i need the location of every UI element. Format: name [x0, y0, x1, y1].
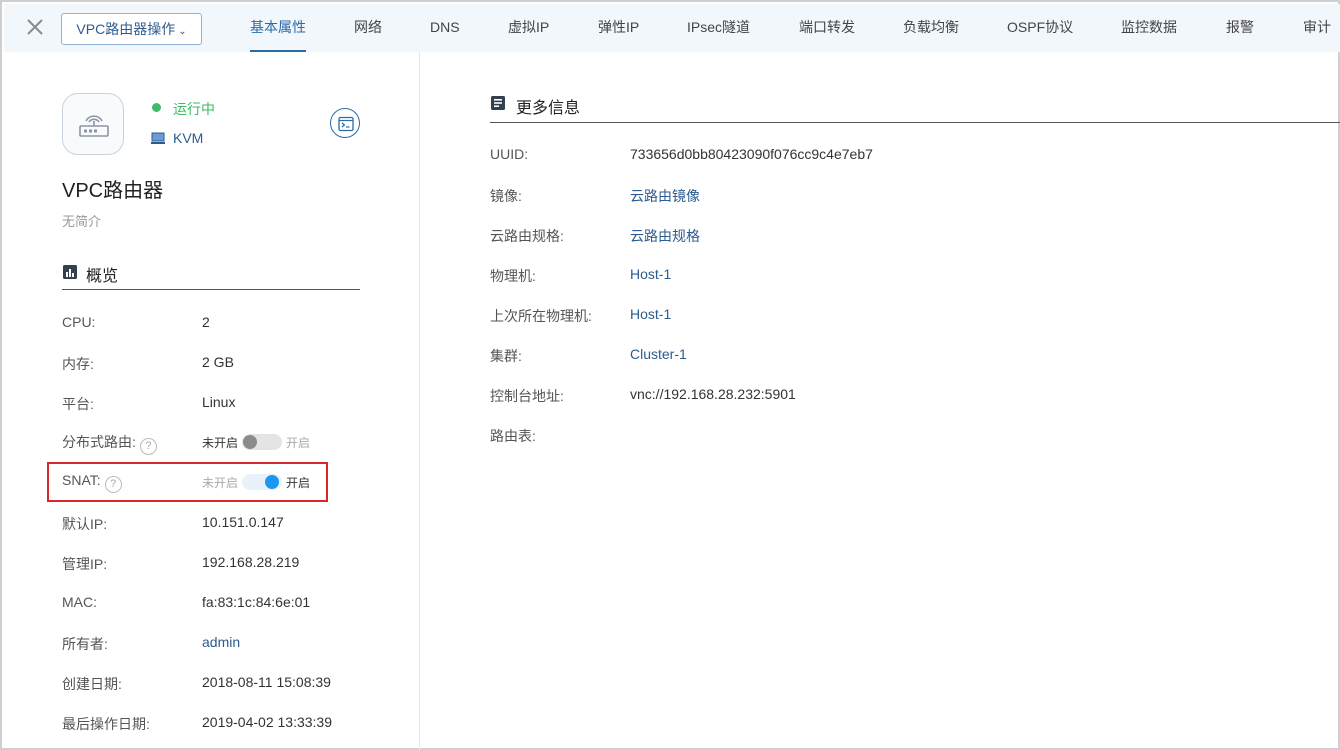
owner-label: 所有者:: [62, 636, 108, 652]
created-value: 2018-08-11 15:08:39: [202, 674, 331, 690]
top-bar: VPC路由器操作 ⌄ 基本属性 网络 DNS 虚拟IP 弹性IP IPsec隧道 …: [4, 4, 1340, 52]
more-info-title: 更多信息: [516, 100, 581, 117]
default-ip-label: 默认IP:: [62, 516, 108, 532]
mac-label: MAC:: [62, 594, 97, 610]
tab-dns[interactable]: DNS: [430, 4, 460, 52]
image-label: 镜像:: [490, 188, 522, 204]
ops-button-label: VPC路由器操作: [76, 21, 176, 37]
distributed-routing-off-label: 未开启: [202, 436, 239, 450]
console-address-label: 控制台地址:: [490, 388, 564, 404]
open-console-button[interactable]: [330, 108, 360, 138]
memory-value: 2 GB: [202, 354, 234, 370]
status-text: 运行中: [173, 101, 215, 117]
owner-link[interactable]: admin: [202, 634, 240, 650]
tab-audit[interactable]: 审计: [1303, 4, 1331, 52]
tab-monitoring[interactable]: 监控数据: [1121, 4, 1177, 52]
platform-value: Linux: [202, 394, 236, 410]
help-icon[interactable]: ?: [139, 438, 157, 455]
mgmt-ip-value: 192.168.28.219: [202, 554, 300, 570]
distributed-routing-on-label: 开启: [286, 436, 311, 450]
cluster-link[interactable]: Cluster-1: [630, 346, 687, 362]
tab-ospf[interactable]: OSPF协议: [1007, 4, 1073, 52]
uuid-label: UUID:: [490, 146, 529, 162]
distributed-routing-toggle[interactable]: [242, 434, 282, 450]
tab-ipsec-tunnel[interactable]: IPsec隧道: [687, 4, 750, 52]
memory-label: 内存:: [62, 356, 94, 372]
uuid-value: 733656d0bb80423090f076cc9c4e7eb7: [630, 146, 873, 162]
offering-link[interactable]: 云路由规格: [630, 226, 700, 246]
mgmt-ip-label: 管理IP:: [62, 556, 108, 572]
vpc-router-ops-button[interactable]: VPC路由器操作 ⌄: [61, 13, 202, 45]
cpu-value: 2: [202, 314, 210, 330]
tab-basic-properties[interactable]: 基本属性: [250, 4, 306, 52]
last-op-value: 2019-04-02 13:33:39: [202, 714, 332, 730]
toggle-knob: [243, 435, 257, 449]
default-ip-value: 10.151.0.147: [202, 514, 284, 530]
platform-label: 平台:: [62, 396, 94, 412]
vm-name: VPC路由器: [62, 180, 164, 202]
left-panel: 运行中 KVM VPC路由器 无简介 概览 CPU: 2 内存: 2 GB 平台…: [4, 52, 420, 750]
tab-network[interactable]: 网络: [354, 4, 382, 52]
overview-section-header: 概览: [62, 262, 360, 290]
last-host-label: 上次所在物理机:: [490, 308, 592, 324]
tab-elastic-ip[interactable]: 弹性IP: [598, 4, 639, 52]
close-icon: [27, 19, 43, 35]
overview-title: 概览: [86, 268, 119, 285]
image-link[interactable]: 云路由镜像: [630, 186, 700, 206]
host-link[interactable]: Host-1: [630, 266, 671, 282]
created-label: 创建日期:: [62, 676, 122, 692]
close-button[interactable]: [24, 16, 46, 38]
route-table-label: 路由表:: [490, 428, 536, 444]
window-frame: VPC路由器操作 ⌄ 基本属性 网络 DNS 虚拟IP 弹性IP IPsec隧道 …: [0, 0, 1340, 750]
document-icon: [491, 96, 505, 110]
last-op-label: 最后操作日期:: [62, 716, 150, 732]
vm-description: 无简介: [62, 214, 102, 229]
chart-icon: [63, 265, 77, 279]
tab-virtual-ip[interactable]: 虚拟IP: [508, 4, 549, 52]
offering-label: 云路由规格:: [490, 228, 564, 244]
cluster-label: 集群:: [490, 348, 522, 364]
console-icon: [338, 116, 354, 132]
router-icon: [62, 93, 124, 155]
tab-alarm[interactable]: 报警: [1226, 4, 1254, 52]
cpu-label: CPU:: [62, 314, 96, 330]
monitor-icon: [151, 131, 165, 148]
tab-port-forwarding[interactable]: 端口转发: [799, 4, 855, 52]
last-host-link[interactable]: Host-1: [630, 306, 671, 322]
running-status-dot: [152, 103, 161, 112]
mac-value: fa:83:1c:84:6e:01: [202, 594, 311, 610]
distributed-routing-label: 分布式路由:: [62, 434, 136, 450]
snat-highlight-box: [47, 462, 328, 502]
console-address-value: vnc://192.168.28.232:5901: [630, 386, 796, 402]
host-label: 物理机:: [490, 268, 536, 284]
chevron-down-icon: ⌄: [178, 26, 187, 37]
tab-load-balancer[interactable]: 负载均衡: [903, 4, 959, 52]
more-info-section-header: 更多信息: [490, 92, 1340, 123]
distributed-routing-label-wrap: 分布式路由:?: [62, 432, 157, 455]
hypervisor-type: KVM: [173, 130, 204, 146]
